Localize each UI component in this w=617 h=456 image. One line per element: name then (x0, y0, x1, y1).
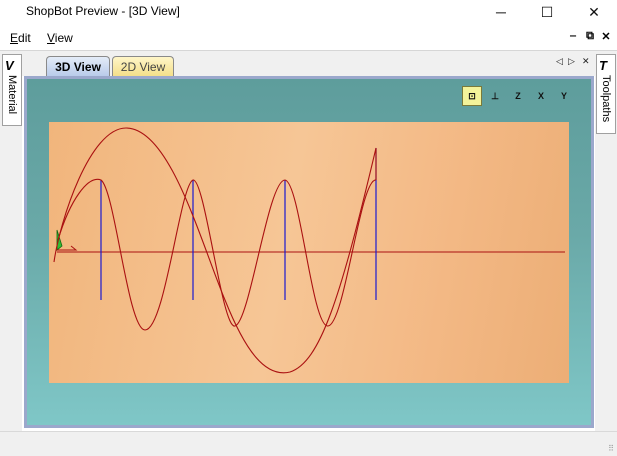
toolpath-canvas (53, 127, 565, 374)
small-wave-path (57, 178, 377, 331)
status-bar: ⠿ (0, 431, 617, 456)
resize-grip-icon[interactable]: ⠿ (608, 444, 614, 453)
large-wave-path (53, 127, 377, 374)
